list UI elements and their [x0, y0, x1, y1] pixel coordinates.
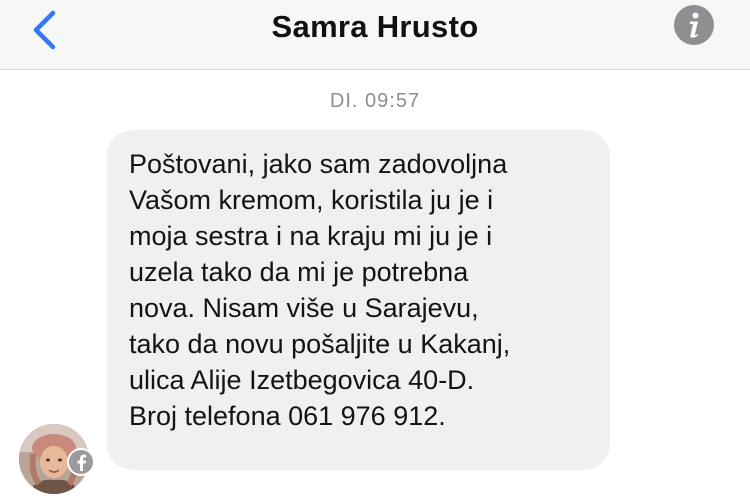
messenger-screen: Samra Hrusto DI. 09:57 Poštovani, jako s… — [0, 0, 750, 500]
info-button[interactable] — [672, 3, 716, 47]
message-text: Poštovani, jako sam zadovoljna Vašom kre… — [129, 149, 511, 431]
message-timestamp: DI. 09:57 — [329, 90, 421, 112]
facebook-icon — [77, 454, 87, 471]
facebook-badge — [67, 448, 95, 476]
info-icon — [674, 5, 714, 45]
navigation-bar: Samra Hrusto — [0, 0, 750, 70]
incoming-message-bubble[interactable]: Poštovani, jako sam zadovoljna Vašom kre… — [107, 130, 610, 470]
contact-name-title[interactable]: Samra Hrusto — [0, 9, 750, 45]
